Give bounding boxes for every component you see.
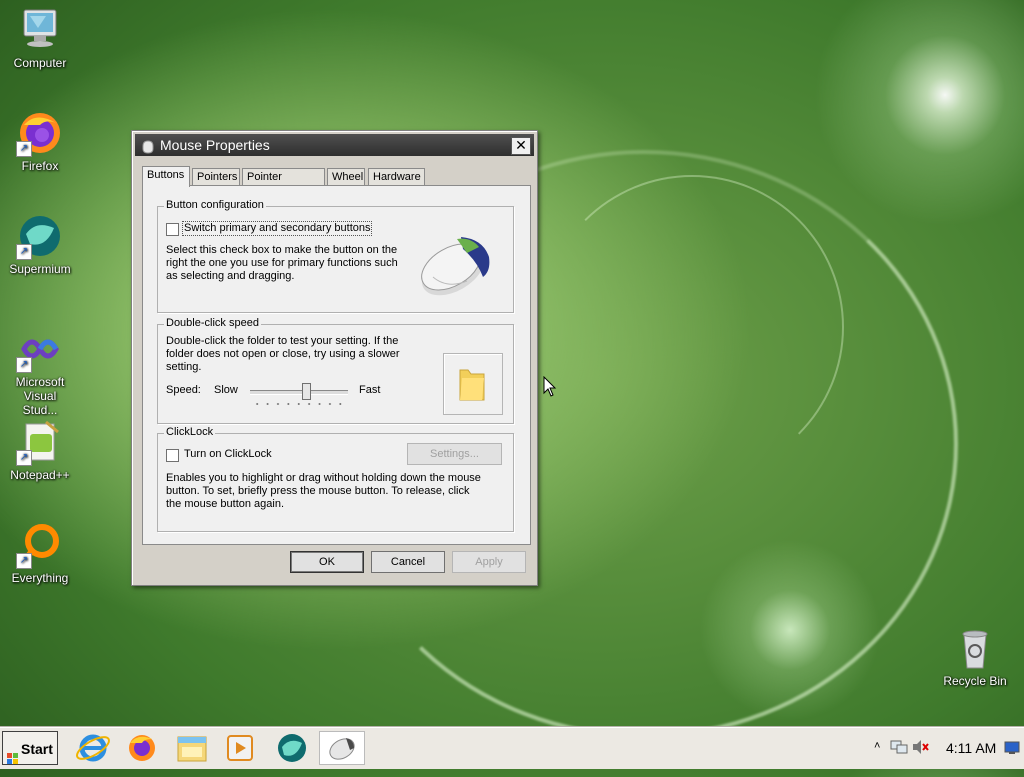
- taskbar-supermium[interactable]: [272, 731, 312, 765]
- mouse-properties-dialog: Mouse Properties ✕ Buttons Pointers Poin…: [131, 130, 538, 586]
- group-label: Button configuration: [164, 199, 266, 211]
- mouse-properties-icon: [329, 738, 355, 760]
- network-icon[interactable]: [890, 739, 908, 758]
- desktop-icon-label: Supermium: [9, 262, 71, 276]
- group-label: ClickLock: [164, 426, 216, 438]
- desktop-icon-label: Everything: [11, 571, 69, 585]
- start-button[interactable]: Start: [2, 731, 58, 765]
- supermium-icon: ↗: [16, 212, 64, 260]
- speed-slider[interactable]: [248, 381, 352, 407]
- slider-thumb[interactable]: [302, 383, 311, 400]
- shortcut-arrow-icon: ↗: [16, 450, 32, 466]
- ok-button[interactable]: OK: [290, 551, 364, 573]
- mouse-cursor-icon: [543, 375, 557, 401]
- double-click-description: Double-click the folder to test your set…: [166, 335, 400, 373]
- clicklock-settings-button[interactable]: Settings...: [407, 443, 502, 465]
- fast-label: Fast: [359, 384, 381, 396]
- clock[interactable]: 4:11 AM: [946, 740, 996, 756]
- computer-icon: [16, 6, 64, 54]
- taskbar-internet-explorer[interactable]: [73, 731, 113, 765]
- close-button[interactable]: ✕: [511, 137, 531, 155]
- tab-pointers[interactable]: Pointers: [192, 168, 240, 185]
- tab-label: Hardware: [373, 171, 421, 183]
- system-tray: ˄ 4:11 AM: [854, 728, 1024, 768]
- shortcut-arrow-icon: ↗: [16, 141, 32, 157]
- double-click-speed-group: Double-click speed Double-click the fold…: [157, 317, 514, 424]
- desktop-icon-visual-studio[interactable]: ↗ Microsoft Visual Stud...: [0, 325, 80, 417]
- apply-button[interactable]: Apply: [452, 551, 526, 573]
- show-hidden-icons-icon[interactable]: ˄: [874, 740, 880, 752]
- desktop-icon-notepadpp[interactable]: ↗ Notepad++: [0, 418, 80, 482]
- shortcut-arrow-icon: ↗: [16, 553, 32, 569]
- windows-logo-icon: [7, 743, 19, 764]
- taskbar-firefox[interactable]: [122, 731, 162, 765]
- firefox-icon: [129, 735, 155, 761]
- dialog-titlebar[interactable]: Mouse Properties ✕: [135, 134, 534, 156]
- taskbar-mouse-properties[interactable]: [319, 731, 365, 765]
- desktop-icon-firefox[interactable]: ↗ Firefox: [0, 109, 80, 173]
- desktop-icon-label: Computer: [13, 56, 67, 70]
- button-configuration-group: Button configuration Switch primary and …: [157, 199, 514, 313]
- desktop-icon-label: Microsoft Visual Stud...: [15, 375, 65, 417]
- tab-label: Buttons: [147, 169, 185, 181]
- tab-label: Pointers: [197, 171, 238, 183]
- tab-wheel[interactable]: Wheel: [327, 168, 365, 185]
- shortcut-arrow-icon: ↗: [16, 357, 32, 373]
- taskbar-file-explorer[interactable]: [172, 731, 212, 765]
- slider-track: [250, 390, 348, 395]
- volume-muted-icon[interactable]: [912, 739, 930, 758]
- speed-label: Speed:: [166, 384, 201, 396]
- button-config-description: Select this check box to make the button…: [166, 244, 398, 282]
- test-folder-area[interactable]: [443, 353, 503, 415]
- start-label: Start: [21, 741, 53, 757]
- tab-hardware[interactable]: Hardware: [368, 168, 425, 185]
- tab-buttons[interactable]: Buttons: [142, 166, 190, 187]
- desktop-icon-everything[interactable]: ↗ Everything: [0, 521, 80, 585]
- clicklock-description: Enables you to highlight or drag without…: [166, 472, 481, 510]
- switch-buttons-label[interactable]: Switch primary and secondary buttons: [181, 221, 373, 236]
- group-label: Double-click speed: [164, 317, 261, 329]
- cancel-button[interactable]: Cancel: [371, 551, 445, 573]
- desktop-icon-label: Recycle Bin: [943, 674, 1007, 688]
- desktop-icon-computer[interactable]: Computer: [0, 6, 80, 70]
- dialog-title: Mouse Properties: [160, 137, 270, 153]
- clicklock-group: ClickLock Turn on ClickLock Settings... …: [157, 426, 514, 532]
- show-desktop-icon[interactable]: [1004, 741, 1020, 758]
- taskbar: Start ˄ 4:11 AM: [0, 727, 1024, 769]
- clicklock-checkbox[interactable]: [166, 449, 179, 462]
- tab-label: Wheel: [332, 171, 364, 183]
- switch-buttons-checkbox[interactable]: [166, 223, 179, 236]
- everything-icon: ↗: [16, 521, 64, 569]
- file-explorer-icon: [177, 736, 207, 762]
- mouse-icon: [140, 138, 154, 154]
- supermium-icon: [278, 734, 306, 762]
- recycle-bin-icon: [951, 624, 999, 672]
- clicklock-label[interactable]: Turn on ClickLock: [184, 448, 272, 461]
- tab-pointer-options[interactable]: Pointer Options: [242, 168, 325, 200]
- mouse-illustration-icon: [413, 227, 498, 297]
- desktop-icon-recycle-bin[interactable]: Recycle Bin: [935, 624, 1015, 688]
- close-icon: ✕: [515, 137, 527, 153]
- desktop-icon-supermium[interactable]: ↗ Supermium: [0, 212, 80, 276]
- firefox-icon: ↗: [16, 109, 64, 157]
- slider-ticks: [252, 403, 346, 405]
- desktop-icon-label: Firefox: [21, 159, 59, 173]
- shortcut-arrow-icon: ↗: [16, 244, 32, 260]
- buttons-tab-panel: Button configuration Switch primary and …: [142, 185, 531, 545]
- folder-icon: [459, 369, 485, 401]
- desktop-icon-label: Notepad++: [10, 468, 70, 482]
- notepadpp-icon: ↗: [16, 418, 64, 466]
- internet-explorer-icon: [76, 734, 110, 762]
- media-player-icon: [227, 735, 253, 761]
- wallpaper-swirl-inner: [540, 175, 844, 479]
- slow-label: Slow: [214, 384, 238, 396]
- visual-studio-icon: ↗: [16, 325, 64, 373]
- taskbar-media-player[interactable]: [220, 731, 260, 765]
